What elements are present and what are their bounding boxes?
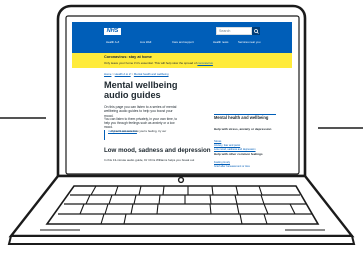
main-nav: Health A-Z Live Well Care and support He…: [72, 40, 292, 48]
nhs-logo[interactable]: NHS: [104, 28, 121, 35]
search-icon: [253, 28, 259, 34]
laptop-screen: NHS Search Health A-Z Live Well Care and…: [72, 22, 292, 168]
search-button[interactable]: [252, 27, 260, 35]
banner-title: Coronavirus: stay at home: [104, 55, 152, 59]
sidebar-link[interactable]: Feeling lonely: [214, 161, 230, 164]
sidebar-link[interactable]: Anxiety, fear and panic: [214, 144, 240, 147]
nav-item-care-and-support[interactable]: Care and support: [172, 40, 194, 44]
breadcrumb-mental-health[interactable]: Mental health and wellbeing: [134, 72, 169, 76]
nav-item-live-well[interactable]: Live Well: [140, 40, 151, 44]
section-text: In this 13-minute audio guide, Dr Chris …: [104, 158, 195, 162]
banner-link[interactable]: coronavirus: [197, 61, 213, 65]
sidebar-link[interactable]: Grief after bereavement or loss: [214, 165, 250, 168]
nhs-header: NHS Search Health A-Z Live Well Care and…: [72, 22, 292, 53]
banner-text: Only leave your home if it's essential. …: [104, 61, 213, 65]
sidebar-link[interactable]: Stress: [214, 140, 221, 143]
sidebar-group-heading: Help with stress, anxiety or depression: [214, 127, 272, 131]
inset-callout: If you're not sure how you're feeling, t…: [104, 129, 177, 140]
sidebar-heading: Mental health and wellbeing: [214, 115, 269, 120]
section-heading: Low mood, sadness and depression: [104, 147, 211, 154]
search-placeholder: Search: [219, 29, 231, 33]
breadcrumb-health-a-z[interactable]: Health A to Z: [115, 72, 131, 76]
coronavirus-banner: Coronavirus: stay at home Only leave you…: [72, 53, 292, 68]
page-intro: You can listen to them privately, in you…: [104, 117, 178, 130]
nav-item-services-near-you[interactable]: Services near you: [238, 40, 260, 44]
breadcrumb-home[interactable]: Home: [104, 72, 111, 76]
breadcrumb: Home > Health A to Z > Mental health and…: [104, 72, 169, 76]
nav-item-health-a-z[interactable]: Health A-Z: [106, 40, 119, 44]
nav-item-health-news[interactable]: Health news: [213, 40, 228, 44]
callout-text: If you're not sure how you're feeling, t…: [108, 129, 167, 133]
sidebar-group-heading: Help with other common feelings: [214, 152, 263, 156]
search-input[interactable]: Search: [216, 27, 252, 35]
sidebar-link[interactable]: Low mood, sadness and depression: [214, 148, 256, 151]
page-title: Mental wellbeing audio guides: [104, 80, 178, 100]
